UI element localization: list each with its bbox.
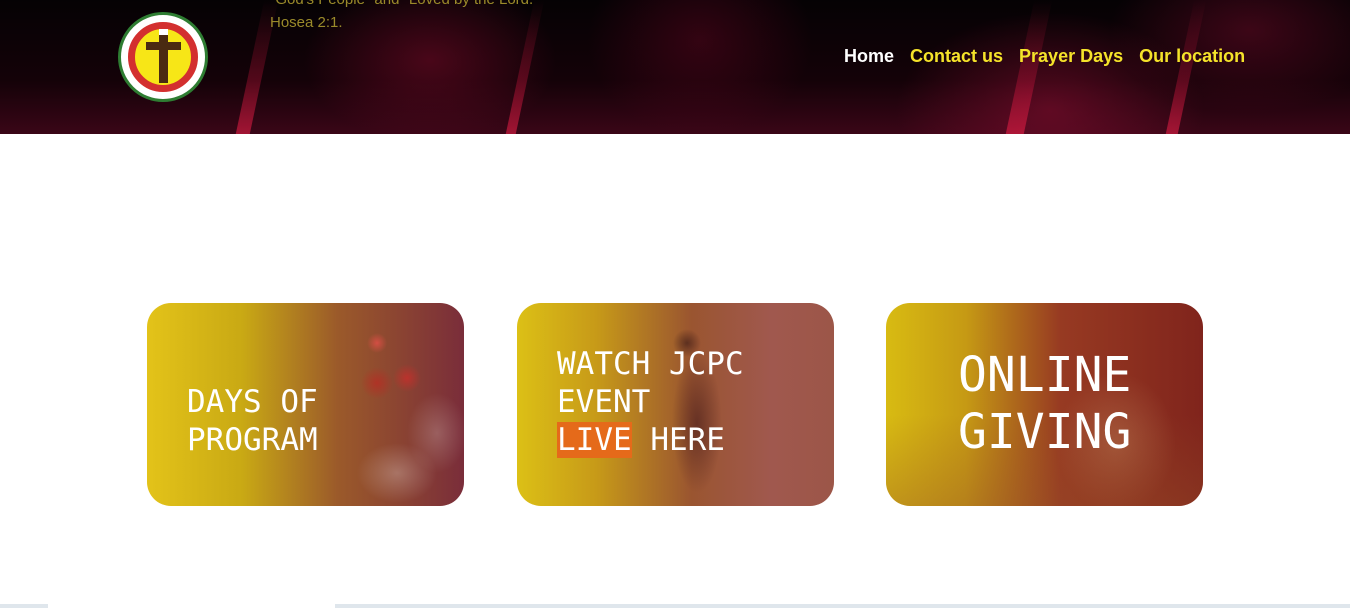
header-decoration bbox=[1165, 0, 1207, 134]
verse-reference: Hosea 2:1. bbox=[270, 14, 343, 31]
card-title-line: DAYS OF bbox=[187, 384, 318, 420]
cross-label-icon bbox=[159, 29, 168, 35]
church-logo[interactable] bbox=[118, 12, 208, 102]
card-title-line: ONLINE bbox=[958, 347, 1132, 403]
header-decoration bbox=[505, 0, 545, 134]
card-title-line: WATCH JCPC bbox=[557, 346, 744, 382]
card-title-line: LIVE HERE bbox=[557, 421, 744, 459]
site-header: "God's People" and "Loved by the Lord." … bbox=[0, 0, 1350, 134]
cross-icon bbox=[159, 29, 168, 83]
live-highlight: LIVE bbox=[557, 422, 632, 458]
verse-text: "God's People" and "Loved by the Lord." bbox=[270, 0, 539, 8]
card-title-line: EVENT bbox=[557, 384, 651, 420]
watch-live-card[interactable]: WATCH JCPC EVENT LIVE HERE bbox=[517, 303, 834, 506]
card-title-line: GIVING bbox=[958, 404, 1132, 460]
nav-contact-link[interactable]: Contact us bbox=[910, 46, 1003, 67]
cross-icon-bar bbox=[146, 42, 181, 50]
days-of-program-card[interactable]: DAYS OF PROGRAM bbox=[147, 303, 464, 506]
card-title: WATCH JCPC EVENT LIVE HERE bbox=[557, 345, 744, 459]
header-decoration bbox=[1005, 0, 1053, 134]
nav-home-link[interactable]: Home bbox=[844, 46, 894, 67]
nav-prayer-days-link[interactable]: Prayer Days bbox=[1019, 46, 1123, 67]
bottom-tab bbox=[48, 604, 335, 608]
nav-location-link[interactable]: Our location bbox=[1139, 46, 1245, 67]
main-nav: Home Contact us Prayer Days Our location bbox=[844, 46, 1245, 67]
card-title: ONLINE GIVING bbox=[958, 347, 1131, 461]
card-title-word: HERE bbox=[631, 422, 725, 458]
card-title-line: PROGRAM bbox=[187, 422, 318, 458]
online-giving-card[interactable]: ONLINE GIVING bbox=[886, 303, 1203, 506]
card-title: DAYS OF PROGRAM bbox=[187, 383, 318, 459]
